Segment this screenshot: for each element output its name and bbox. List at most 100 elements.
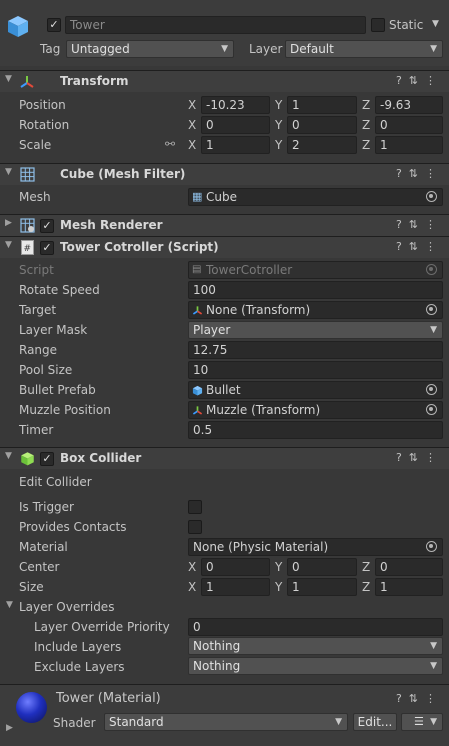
position-z-field[interactable]: -9.63 bbox=[375, 96, 443, 114]
center-row: Center X 0 Y 0 Z 0 bbox=[0, 557, 449, 577]
chevron-down-icon: ▼ bbox=[430, 325, 437, 335]
component-header-icons[interactable]: ?⇅⋮ bbox=[396, 218, 443, 231]
static-checkbox[interactable] bbox=[371, 18, 385, 32]
more-icon[interactable]: ⋮ bbox=[425, 692, 443, 705]
scale-z-field[interactable]: 1 bbox=[375, 136, 443, 154]
link-icon[interactable]: ⚯ bbox=[165, 137, 175, 151]
object-picker-icon[interactable] bbox=[426, 541, 437, 552]
more-icon[interactable]: ⋮ bbox=[425, 240, 443, 253]
help-icon[interactable]: ? bbox=[396, 451, 409, 464]
include-layers-dropdown[interactable]: Nothing ▼ bbox=[188, 637, 443, 655]
physic-material-object-field[interactable]: None (Physic Material) bbox=[188, 538, 443, 556]
layer-override-priority-field[interactable]: 0 bbox=[188, 618, 443, 636]
pool-size-field[interactable]: 10 bbox=[188, 361, 443, 379]
foldout-expanded-icon[interactable]: ▼ bbox=[5, 74, 12, 84]
rotate-speed-field[interactable]: 100 bbox=[188, 281, 443, 299]
position-y-field[interactable]: 1 bbox=[287, 96, 357, 114]
is-trigger-checkbox[interactable] bbox=[188, 500, 202, 514]
object-picker-icon[interactable] bbox=[426, 404, 437, 415]
tag-dropdown[interactable]: Untagged ▼ bbox=[66, 40, 234, 58]
settings-icon[interactable]: ⇅ bbox=[409, 218, 425, 231]
tower-controller-header[interactable]: ▼ # ✓ Tower Cotroller (Script) ?⇅⋮ bbox=[0, 236, 449, 258]
component-header-icons[interactable]: ?⇅⋮ bbox=[396, 692, 443, 705]
scale-y-field[interactable]: 2 bbox=[287, 136, 357, 154]
position-x-field[interactable]: -10.23 bbox=[201, 96, 270, 114]
mesh-object-field[interactable]: ▦ Cube bbox=[188, 188, 443, 206]
target-object-field[interactable]: None (Transform) bbox=[188, 301, 443, 319]
list-icon: ☰ bbox=[414, 715, 424, 728]
foldout-expanded-icon[interactable]: ▼ bbox=[5, 167, 12, 177]
mesh-filter-header[interactable]: ▼ Cube (Mesh Filter) ?⇅⋮ bbox=[0, 163, 449, 185]
settings-icon[interactable]: ⇅ bbox=[409, 167, 425, 180]
mesh-renderer-header[interactable]: ▶ ✓ Mesh Renderer ?⇅⋮ bbox=[0, 214, 449, 236]
bullet-prefab-value: Bullet bbox=[206, 383, 241, 397]
help-icon[interactable]: ? bbox=[396, 240, 409, 253]
script-icon: ▤ bbox=[192, 264, 202, 275]
foldout-collapsed-icon[interactable]: ▶ bbox=[5, 218, 12, 228]
foldout-expanded-icon[interactable]: ▼ bbox=[5, 451, 12, 461]
more-icon[interactable]: ⋮ bbox=[425, 74, 443, 87]
component-header-icons[interactable]: ?⇅⋮ bbox=[396, 167, 443, 180]
more-icon[interactable]: ⋮ bbox=[425, 451, 443, 464]
rotation-y-field[interactable]: 0 bbox=[287, 116, 357, 134]
range-label: Range bbox=[19, 343, 58, 357]
rotation-x-field[interactable]: 0 bbox=[201, 116, 270, 134]
settings-icon[interactable]: ⇅ bbox=[409, 74, 425, 87]
range-field[interactable]: 12.75 bbox=[188, 341, 443, 359]
target-label: Target bbox=[19, 303, 57, 317]
foldout-expanded-icon[interactable]: ▼ bbox=[6, 600, 13, 610]
layer-dropdown[interactable]: Default ▼ bbox=[285, 40, 443, 58]
static-dropdown-icon[interactable]: ▼ bbox=[432, 19, 439, 29]
scale-x-field[interactable]: 1 bbox=[201, 136, 270, 154]
layer-overrides-row[interactable]: ▼ Layer Overrides bbox=[0, 597, 449, 617]
settings-icon[interactable]: ⇅ bbox=[409, 240, 425, 253]
object-picker-icon[interactable] bbox=[426, 191, 437, 202]
edit-collider-button[interactable] bbox=[188, 472, 218, 492]
help-icon[interactable]: ? bbox=[396, 74, 409, 87]
shader-options-button[interactable]: ☰ ▼ bbox=[401, 713, 443, 731]
gameobject-name-field[interactable]: Tower bbox=[65, 16, 366, 34]
transform-header[interactable]: ▼ Transform ?⇅⋮ bbox=[0, 70, 449, 92]
chevron-down-icon: ▼ bbox=[221, 44, 228, 54]
gameobject-active-checkbox[interactable]: ✓ bbox=[47, 18, 61, 32]
foldout-collapsed-icon[interactable]: ▶ bbox=[6, 723, 13, 733]
layer-mask-dropdown[interactable]: Player ▼ bbox=[188, 321, 443, 339]
center-z-field[interactable]: 0 bbox=[375, 558, 443, 576]
box-collider-icon bbox=[21, 452, 34, 466]
component-title: Box Collider bbox=[60, 451, 142, 465]
component-header-icons[interactable]: ?⇅⋮ bbox=[396, 74, 443, 87]
shader-dropdown[interactable]: Standard ▼ bbox=[104, 713, 348, 731]
timer-field[interactable]: 0.5 bbox=[188, 421, 443, 439]
size-z-field[interactable]: 1 bbox=[375, 578, 443, 596]
help-icon[interactable]: ? bbox=[396, 167, 409, 180]
provides-contacts-checkbox[interactable] bbox=[188, 520, 202, 534]
bullet-prefab-object-field[interactable]: Bullet bbox=[188, 381, 443, 399]
prefab-cube-icon bbox=[192, 385, 203, 396]
object-picker-icon[interactable] bbox=[426, 304, 437, 315]
rotation-z-field[interactable]: 0 bbox=[375, 116, 443, 134]
box-collider-header[interactable]: ▼ ✓ Box Collider ?⇅⋮ bbox=[0, 447, 449, 469]
tower-controller-enabled-checkbox[interactable]: ✓ bbox=[40, 241, 54, 255]
settings-icon[interactable]: ⇅ bbox=[409, 451, 425, 464]
more-icon[interactable]: ⋮ bbox=[425, 218, 443, 231]
shader-edit-button[interactable]: Edit... bbox=[353, 713, 397, 731]
foldout-expanded-icon[interactable]: ▼ bbox=[5, 240, 12, 250]
component-title: Cube (Mesh Filter) bbox=[60, 167, 186, 181]
mesh-renderer-enabled-checkbox[interactable]: ✓ bbox=[40, 219, 54, 233]
help-icon[interactable]: ? bbox=[396, 692, 409, 705]
size-y-field[interactable]: 1 bbox=[287, 578, 357, 596]
settings-icon[interactable]: ⇅ bbox=[409, 692, 425, 705]
size-label: Size bbox=[19, 580, 44, 594]
help-icon[interactable]: ? bbox=[396, 218, 409, 231]
size-x-field[interactable]: 1 bbox=[201, 578, 270, 596]
box-collider-enabled-checkbox[interactable]: ✓ bbox=[40, 452, 54, 466]
object-picker-icon[interactable] bbox=[426, 384, 437, 395]
center-y-field[interactable]: 0 bbox=[287, 558, 357, 576]
exclude-layers-dropdown[interactable]: Nothing ▼ bbox=[188, 657, 443, 675]
more-icon[interactable]: ⋮ bbox=[425, 167, 443, 180]
component-header-icons[interactable]: ?⇅⋮ bbox=[396, 240, 443, 253]
center-x-field[interactable]: 0 bbox=[201, 558, 270, 576]
chevron-down-icon: ▼ bbox=[430, 717, 437, 727]
muzzle-position-object-field[interactable]: Muzzle (Transform) bbox=[188, 401, 443, 419]
component-header-icons[interactable]: ?⇅⋮ bbox=[396, 451, 443, 464]
